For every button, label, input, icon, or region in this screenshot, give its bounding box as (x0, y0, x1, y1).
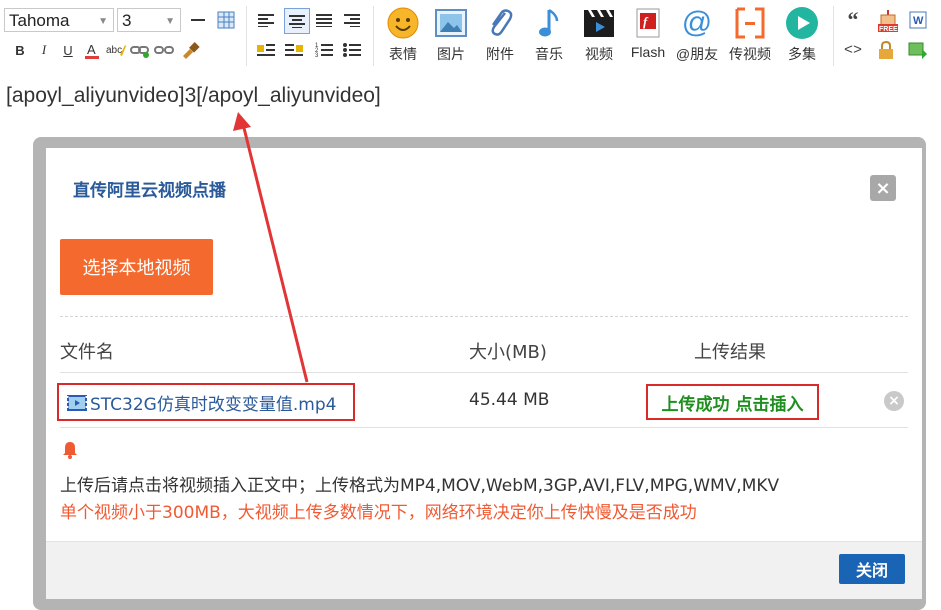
music-note-icon (532, 6, 566, 40)
editor-content[interactable]: [apoyl_aliyunvideo]3[/apoyl_aliyunvideo] (6, 84, 381, 108)
ordered-list-icon[interactable]: 123 (314, 40, 334, 60)
font-size-select[interactable]: 3 ▼ (117, 8, 181, 32)
remove-file-icon[interactable]: × (884, 391, 904, 411)
float-right-icon[interactable] (284, 40, 304, 60)
dialog-footer: 关闭 (46, 541, 922, 599)
lock-icon[interactable] (876, 40, 896, 60)
upload-video-button[interactable]: 传视频 (726, 6, 774, 66)
font-size-value: 3 (122, 11, 132, 30)
editor-toolbar: Tahoma ▼ 3 ▼ B I U A abc 1 2 3 表情 图片 附件 … (0, 0, 941, 72)
align-center-icon[interactable] (284, 8, 310, 34)
svg-text:FREE: FREE (879, 26, 898, 33)
font-family-select[interactable]: Tahoma ▼ (4, 8, 114, 32)
column-header-result: 上传结果 (694, 342, 766, 363)
align-justify-icon[interactable] (314, 10, 334, 30)
bold-icon[interactable]: B (10, 40, 30, 60)
divider (60, 316, 908, 317)
highlight-icon[interactable]: abc (106, 40, 126, 60)
music-button[interactable]: 音乐 (525, 6, 573, 66)
smiley-icon (386, 6, 420, 40)
upload-instructions: 上传后请点击将视频插入正文中；上传格式为MP4,MOV,WebM,3GP,AVI… (60, 476, 780, 496)
video-button[interactable]: 视频 (575, 6, 623, 66)
chevron-down-icon: ▼ (98, 16, 108, 27)
horizontal-rule-icon[interactable] (188, 10, 208, 30)
close-dialog-button[interactable]: 关闭 (839, 554, 905, 584)
file-name-highlight: STC32G仿真时改变变量值.mp4 (57, 383, 355, 421)
toolbar-divider (833, 6, 834, 66)
file-size: 45.44 MB (469, 390, 550, 410)
unordered-list-icon[interactable] (342, 40, 362, 60)
flash-icon: f (631, 6, 665, 40)
image-label: 图片 (437, 46, 465, 62)
italic-icon[interactable]: I (34, 40, 54, 60)
free-icon[interactable]: FREE (876, 8, 900, 34)
text-color-icon[interactable]: A (82, 40, 102, 60)
file-name-link[interactable]: STC32G仿真时改变变量值.mp4 (90, 390, 336, 415)
align-left-icon[interactable] (256, 10, 276, 30)
unlink-icon[interactable] (154, 40, 174, 60)
format-painter-icon[interactable] (180, 40, 200, 60)
svg-text:3: 3 (315, 53, 319, 58)
upload-video-icon (733, 6, 767, 40)
toolbar-divider (373, 6, 374, 66)
word-paste-icon[interactable]: W (908, 10, 928, 30)
download-image-icon[interactable] (908, 40, 928, 60)
upload-video-dialog: 直传阿里云视频点播 × 选择本地视频 文件名 大小(MB) 上传结果 STC32… (46, 148, 922, 599)
font-family-value: Tahoma (9, 11, 70, 30)
emoji-label: 表情 (389, 46, 417, 62)
select-local-video-button[interactable]: 选择本地视频 (60, 239, 213, 295)
chevron-down-icon: ▼ (165, 16, 175, 27)
flash-button[interactable]: f Flash (624, 6, 672, 66)
image-button[interactable]: 图片 (427, 6, 475, 66)
svg-text:A: A (87, 42, 96, 57)
attachment-label: 附件 (486, 46, 514, 62)
mention-button[interactable]: @ @朋友 (673, 6, 721, 66)
at-sign-icon: @ (681, 6, 713, 39)
play-circle-icon (785, 6, 819, 40)
music-label: 音乐 (535, 46, 563, 62)
table-divider (60, 372, 908, 373)
bell-icon (63, 442, 77, 459)
emoji-button[interactable]: 表情 (379, 6, 427, 66)
close-icon[interactable]: × (870, 175, 896, 201)
multi-episode-button[interactable]: 多集 (778, 6, 826, 66)
toolbar-divider (246, 6, 247, 66)
float-left-icon[interactable] (256, 40, 276, 60)
dialog-title: 直传阿里云视频点播 (73, 181, 226, 201)
quote-icon[interactable]: “ (843, 7, 863, 32)
attachment-button[interactable]: 附件 (476, 6, 524, 66)
clapperboard-icon (582, 6, 616, 40)
upload-video-label: 传视频 (729, 46, 771, 62)
code-icon[interactable]: <> (843, 40, 863, 60)
column-header-filename: 文件名 (60, 342, 114, 363)
mention-label: @朋友 (675, 46, 719, 62)
picture-icon (434, 6, 468, 40)
underline-icon[interactable]: U (58, 40, 78, 60)
multi-episode-label: 多集 (788, 46, 816, 62)
column-header-size: 大小(MB) (469, 342, 547, 363)
svg-text:abc: abc (106, 45, 122, 56)
svg-text:W: W (913, 15, 924, 27)
video-label: 视频 (585, 46, 613, 62)
paperclip-icon (483, 6, 517, 40)
flash-label: Flash (630, 44, 666, 60)
link-icon[interactable] (130, 40, 150, 60)
align-right-icon[interactable] (342, 10, 362, 30)
video-file-icon (67, 395, 87, 411)
upload-success-insert-button[interactable]: 上传成功 点击插入 (646, 384, 819, 420)
table-divider (60, 427, 908, 428)
upload-warning: 单个视频小于300MB，大视频上传多数情况下，网络环境决定你上传快慢及是否成功 (60, 503, 697, 523)
table-icon[interactable] (216, 10, 236, 30)
